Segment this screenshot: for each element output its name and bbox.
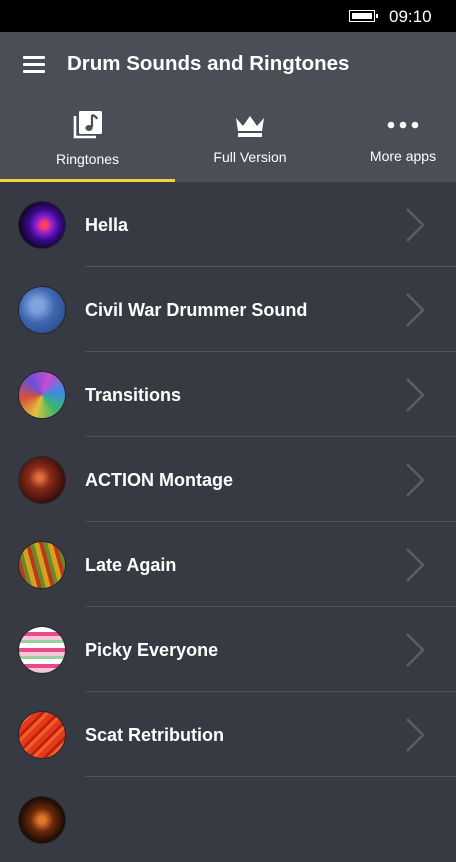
tab-ringtones[interactable]: Ringtones (0, 104, 175, 182)
chevron-right-icon (406, 293, 425, 327)
hamburger-menu-icon[interactable] (23, 56, 45, 74)
list-item[interactable]: Transitions (0, 352, 456, 437)
chevron-right-icon (406, 378, 425, 412)
chevron-right-icon (406, 548, 425, 582)
ringtone-thumbnail (19, 797, 65, 843)
ringtone-thumbnail (19, 202, 65, 248)
ringtone-list[interactable]: Hella Civil War Drummer Sound Transition… (0, 182, 456, 843)
ringtone-title: Transitions (85, 385, 182, 405)
music-library-icon (73, 111, 102, 139)
ringtone-thumbnail (19, 712, 65, 758)
app-bar: Drum Sounds and Ringtones Ringtones Full… (0, 32, 456, 182)
list-item[interactable]: ACTION Montage (0, 437, 456, 522)
ringtone-thumbnail (19, 287, 65, 333)
ringtone-title: Picky Everyone (85, 640, 219, 660)
page-title: Drum Sounds and Ringtones (67, 52, 350, 75)
battery-icon (349, 10, 378, 22)
status-bar: 09:10 (0, 0, 456, 32)
list-item[interactable]: Scat Retribution (0, 692, 456, 777)
tab-more-apps[interactable]: More apps (350, 104, 456, 182)
tab-full-version[interactable]: Full Version (175, 104, 325, 182)
tab-label: More apps (369, 148, 437, 164)
list-item[interactable]: Hella (0, 182, 456, 267)
more-dots-icon (387, 121, 419, 129)
ringtone-title: Hella (85, 215, 129, 235)
ringtone-thumbnail (19, 542, 65, 588)
list-item[interactable]: Late Again (0, 522, 456, 607)
tab-label: Full Version (213, 149, 287, 165)
ringtone-thumbnail (19, 627, 65, 673)
ringtone-title: ACTION Montage (85, 470, 233, 490)
ringtone-thumbnail (19, 372, 65, 418)
chevron-right-icon (406, 208, 425, 242)
list-item[interactable]: Civil War Drummer Sound (0, 267, 456, 352)
tab-label: Ringtones (55, 151, 120, 167)
list-item[interactable] (0, 777, 456, 862)
ringtone-title: Civil War Drummer Sound (85, 300, 308, 320)
crown-icon (236, 116, 264, 137)
ringtone-title: Scat Retribution (85, 725, 225, 745)
ringtone-title: Late Again (85, 555, 177, 575)
list-item[interactable]: Picky Everyone (0, 607, 456, 692)
chevron-right-icon (406, 718, 425, 752)
ringtone-thumbnail (19, 457, 65, 503)
status-time: 09:10 (389, 7, 432, 26)
chevron-right-icon (406, 463, 425, 497)
chevron-right-icon (406, 633, 425, 667)
